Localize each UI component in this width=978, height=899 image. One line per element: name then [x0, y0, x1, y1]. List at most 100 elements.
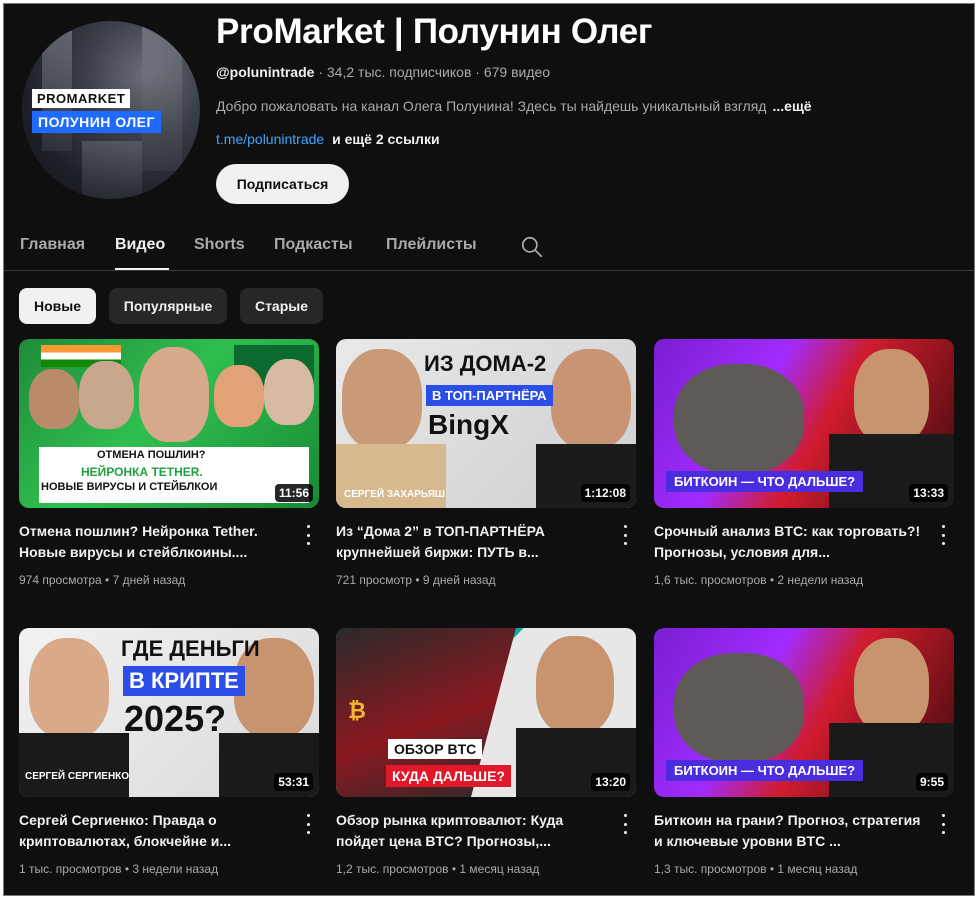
- subscriber-count: 34,2 тыс. подписчиков: [326, 64, 472, 80]
- search-icon[interactable]: [519, 234, 545, 260]
- channel-avatar[interactable]: PROMARKET ПОЛУНИН ОЛЕГ: [22, 21, 200, 199]
- thumb-caption: ИЗ ДОМА-2: [424, 351, 547, 376]
- thumb-caption: КУДА ДАЛЬШЕ?: [386, 765, 511, 787]
- thumb-caption: СЕРГЕЙ ЗАХАРЬЯШ: [344, 489, 445, 500]
- avatar-brand-label: PROMARKET: [32, 89, 131, 108]
- video-card[interactable]: ₿ ОБЗОР BTC КУДА ДАЛЬШЕ? 13:20 Обзор рын…: [336, 628, 636, 888]
- video-title[interactable]: Сергей Сергиенко: Правда о криптовалютах…: [19, 810, 289, 852]
- video-age: 1 месяц назад: [459, 862, 540, 876]
- channel-handle: @polunintrade: [216, 64, 315, 80]
- thumb-caption: НЕЙРОНКА TETHER.: [81, 465, 203, 479]
- person-portrait: [214, 365, 264, 427]
- more-vert-icon[interactable]: [304, 525, 312, 545]
- thumb-caption: В ТОП-ПАРТНЁРА: [426, 385, 553, 406]
- channel-title: ProMarket | Полунин Олег: [216, 12, 653, 51]
- telegram-link[interactable]: t.me/polunintrade: [216, 131, 324, 147]
- thumb-logo: BingX: [428, 409, 509, 440]
- chip-oldest[interactable]: Старые: [240, 288, 323, 324]
- chip-popular[interactable]: Популярные: [109, 288, 227, 324]
- video-thumbnail[interactable]: ГДЕ ДЕНЬГИ В КРИПТЕ 2025? СЕРГЕЙ СЕРГИЕН…: [19, 628, 319, 797]
- more-vert-icon[interactable]: [939, 814, 947, 834]
- video-duration: 13:33: [909, 484, 948, 502]
- video-meta: 721 просмотр • 9 дней назад: [336, 573, 496, 587]
- more-vert-icon[interactable]: [621, 814, 629, 834]
- person-portrait: [264, 359, 314, 425]
- more-vert-icon[interactable]: [939, 525, 947, 545]
- thumb-caption: 2025?: [124, 698, 227, 739]
- video-meta: 1,2 тыс. просмотров • 1 месяц назад: [336, 862, 540, 876]
- person-portrait: [854, 638, 929, 733]
- thumb-caption: СЕРГЕЙ СЕРГИЕНКО: [25, 771, 130, 782]
- person-portrait: [29, 638, 109, 738]
- bitcoin-icon: ₿: [348, 698, 366, 723]
- video-age: 3 недели назад: [132, 862, 219, 876]
- video-meta: 974 просмотра • 7 дней назад: [19, 573, 186, 587]
- video-card[interactable]: ИЗ ДОМА-2 В ТОП-ПАРТНЁРА BingX СЕРГЕЙ ЗА…: [336, 339, 636, 599]
- video-age: 9 дней назад: [422, 573, 496, 587]
- video-title[interactable]: Биткоин на грани? Прогноз, стратегия и к…: [654, 810, 924, 852]
- subscribe-button[interactable]: Подписаться: [216, 164, 349, 204]
- video-views: 1,2 тыс. просмотров: [336, 862, 449, 876]
- thumb-caption: ОБЗОР BTC: [388, 739, 483, 759]
- video-duration: 9:55: [915, 773, 948, 791]
- video-views: 1,6 тыс. просмотров: [654, 573, 767, 587]
- person-portrait: [79, 361, 134, 429]
- video-title[interactable]: Из “Дома 2” в ТОП-ПАРТНЁРА крупнейшей би…: [336, 521, 606, 563]
- video-duration: 11:56: [274, 484, 313, 502]
- thumb-caption: В КРИПТЕ: [123, 666, 245, 696]
- video-card[interactable]: БИТКОИН — ЧТО ДАЛЬШЕ? 13:33 Срочный анал…: [654, 339, 954, 599]
- person-portrait: [854, 349, 929, 444]
- video-views: 1,3 тыс. просмотров: [654, 862, 767, 876]
- channel-tabs: Главная Видео Shorts Подкасты Плейлисты: [4, 226, 974, 271]
- person-shirt: [19, 733, 129, 797]
- video-card[interactable]: ГДЕ ДЕНЬГИ В КРИПТЕ 2025? СЕРГЕЙ СЕРГИЕН…: [19, 628, 319, 888]
- video-thumbnail[interactable]: ОТМЕНА ПОШЛИН? НЕЙРОНКА TETHER. НОВЫЕ ВИ…: [19, 339, 319, 508]
- thumb-caption: НОВЫЕ ВИРУСЫ И СТЕЙБЛКОИ: [41, 481, 218, 493]
- video-meta: 1,6 тыс. просмотров • 2 недели назад: [654, 573, 864, 587]
- thumb-caption: БИТКОИН — ЧТО ДАЛЬШЕ?: [666, 471, 864, 492]
- video-views: 974 просмотра: [19, 573, 102, 587]
- person-portrait: [139, 347, 209, 442]
- youtube-channel-page: PROMARKET ПОЛУНИН ОЛЕГ ProMarket | Полун…: [3, 3, 975, 896]
- bear-image: [674, 653, 804, 763]
- active-tab-indicator: [115, 268, 169, 270]
- tab-playlists[interactable]: Плейлисты: [386, 236, 477, 254]
- thumb-caption: ГДЕ ДЕНЬГИ: [121, 636, 260, 661]
- description-text: Добро пожаловать на канал Олега Полунина…: [216, 98, 767, 114]
- channel-description[interactable]: Добро пожаловать на канал Олега Полунина…: [216, 98, 812, 114]
- thumb-caption: БИТКОИН — ЧТО ДАЛЬШЕ?: [666, 760, 864, 781]
- chip-newest[interactable]: Новые: [19, 288, 96, 324]
- video-thumbnail[interactable]: БИТКОИН — ЧТО ДАЛЬШЕ? 13:33: [654, 339, 954, 508]
- person-portrait: [29, 369, 79, 429]
- meta-separator: ·: [475, 64, 484, 80]
- description-more-link[interactable]: ...ещё: [772, 98, 811, 114]
- thumb-caption: ОТМЕНА ПОШЛИН?: [97, 449, 206, 461]
- more-vert-icon[interactable]: [304, 814, 312, 834]
- tab-podcasts[interactable]: Подкасты: [274, 236, 353, 254]
- tab-shorts[interactable]: Shorts: [194, 236, 245, 254]
- video-thumbnail[interactable]: БИТКОИН — ЧТО ДАЛЬШЕ? 9:55: [654, 628, 954, 797]
- avatar-name-label: ПОЛУНИН ОЛЕГ: [32, 111, 161, 133]
- channel-links: t.me/polunintrade и ещё 2 ссылки: [216, 131, 440, 147]
- channel-meta: @polunintrade · 34,2 тыс. подписчиков · …: [216, 64, 550, 80]
- video-thumbnail[interactable]: ₿ ОБЗОР BTC КУДА ДАЛЬШЕ? 13:20: [336, 628, 636, 797]
- tab-videos[interactable]: Видео: [115, 236, 165, 254]
- video-title[interactable]: Срочный анализ BTC: как торговать?! Прог…: [654, 521, 924, 563]
- video-title[interactable]: Обзор рынка криптовалют: Куда пойдет цен…: [336, 810, 606, 852]
- person-portrait: [551, 349, 631, 449]
- person-portrait: [342, 349, 422, 449]
- video-age: 7 дней назад: [112, 573, 186, 587]
- video-age: 1 месяц назад: [777, 862, 858, 876]
- bear-image: [674, 364, 804, 474]
- video-thumbnail[interactable]: ИЗ ДОМА-2 В ТОП-ПАРТНЁРА BingX СЕРГЕЙ ЗА…: [336, 339, 636, 508]
- tab-home[interactable]: Главная: [20, 236, 85, 254]
- video-title[interactable]: Отмена пошлин? Нейронка Tether. Новые ви…: [19, 521, 289, 563]
- person-portrait: [536, 636, 614, 734]
- more-links-button[interactable]: и ещё 2 ссылки: [332, 131, 439, 147]
- video-views: 1 тыс. просмотров: [19, 862, 122, 876]
- video-card[interactable]: БИТКОИН — ЧТО ДАЛЬШЕ? 9:55 Биткоин на гр…: [654, 628, 954, 888]
- more-vert-icon[interactable]: [621, 525, 629, 545]
- video-duration: 53:31: [274, 773, 313, 791]
- video-card[interactable]: ОТМЕНА ПОШЛИН? НЕЙРОНКА TETHER. НОВЫЕ ВИ…: [19, 339, 319, 599]
- video-duration: 1:12:08: [580, 484, 630, 502]
